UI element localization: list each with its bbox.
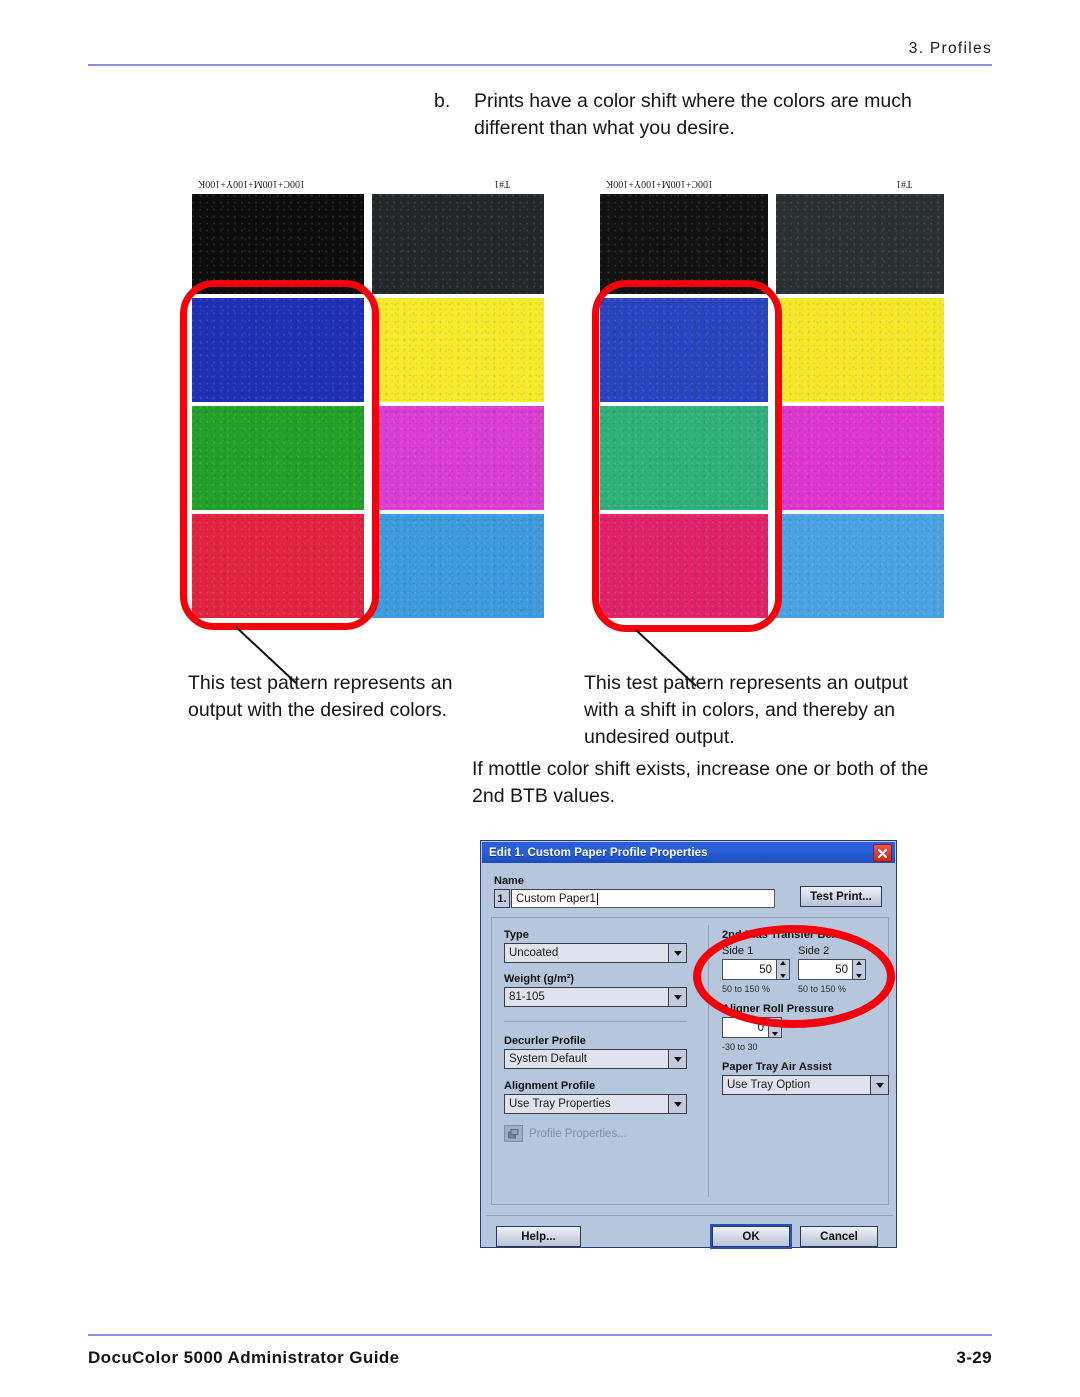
- name-label: Name: [494, 875, 524, 887]
- swatch-red-shifted: [600, 514, 768, 618]
- swatch-yellow-shifted: [776, 298, 944, 402]
- test-pattern-shifted: 100C+100M+100Y+100K T#1: [600, 178, 944, 618]
- aligner-roll-pressure-label: Aligner Roll Pressure: [722, 1003, 834, 1015]
- list-item-b-text: Prints have a color shift where the colo…: [474, 90, 912, 139]
- air-assist-value: Use Tray Option: [727, 1079, 811, 1091]
- weight-select[interactable]: 81-105: [504, 987, 687, 1007]
- name-index: 1.: [494, 889, 510, 908]
- profile-properties-icon: [504, 1125, 523, 1142]
- stepper-arrows-icon[interactable]: [769, 1017, 782, 1038]
- swatch-yellow: [372, 298, 544, 402]
- close-icon[interactable]: [873, 844, 892, 862]
- stepper-arrows-icon[interactable]: [777, 959, 790, 980]
- type-value: Uncoated: [509, 947, 559, 959]
- swatch-magenta: [372, 406, 544, 510]
- weight-value: 81-105: [509, 991, 545, 1003]
- list-item-b: b. Prints have a color shift where the c…: [434, 88, 934, 142]
- text-caret: [596, 892, 598, 905]
- header-rule: [88, 64, 992, 66]
- chevron-down-icon[interactable]: [668, 1095, 686, 1113]
- btb-side2-value[interactable]: 50: [798, 959, 853, 980]
- chevron-down-icon[interactable]: [668, 988, 686, 1006]
- test-pattern-desired: 100C+100M+100Y+100K T#1: [192, 178, 544, 618]
- custom-paper-profile-dialog: Edit 1. Custom Paper Profile Properties …: [480, 840, 897, 1249]
- btb-side1-range: 50 to 150 %: [722, 984, 771, 994]
- swatch-black-left-col: [192, 194, 364, 294]
- aligner-roll-pressure-stepper[interactable]: 0: [722, 1017, 782, 1038]
- swatch-green: [192, 406, 364, 510]
- pattern-label-t1-right: T#1: [896, 178, 913, 189]
- swatch-magenta-shifted: [776, 406, 944, 510]
- swatch-black-right-col: [372, 194, 544, 294]
- pattern-label-cmyk-left: 100C+100M+100Y+100K: [198, 178, 305, 189]
- caption-shifted: This test pattern represents an output w…: [584, 672, 909, 748]
- stepper-arrows-icon[interactable]: [853, 959, 866, 980]
- aligner-roll-pressure-range: -30 to 30: [722, 1042, 758, 1052]
- chevron-down-icon[interactable]: [870, 1076, 888, 1094]
- pattern-label-t1-left: T#1: [494, 178, 511, 189]
- left-column-divider: [504, 1021, 687, 1022]
- footer-rule: [88, 1334, 992, 1336]
- btb-side1-value[interactable]: 50: [722, 959, 777, 980]
- btb-side2-range: 50 to 150 %: [798, 984, 847, 994]
- pattern-label-cmyk-right: 100C+100M+100Y+100K: [606, 178, 713, 189]
- note-text: If mottle color shift exists, increase o…: [472, 758, 929, 807]
- swatch-blue: [192, 298, 364, 402]
- btb-side2-stepper[interactable]: 50: [798, 959, 866, 980]
- list-marker: b.: [434, 90, 451, 112]
- panel-divider: [708, 925, 709, 1197]
- btb-side1-label: Side 1: [722, 945, 754, 957]
- swatch-black-left-col: [600, 194, 768, 294]
- aligner-roll-pressure-value[interactable]: 0: [722, 1017, 769, 1038]
- swatch-black-right-col: [776, 194, 944, 294]
- dialog-titlebar[interactable]: Edit 1. Custom Paper Profile Properties: [482, 842, 895, 863]
- alignment-profile-label: Alignment Profile: [504, 1080, 596, 1092]
- name-input-value: Custom Paper1: [516, 892, 596, 905]
- dialog-title: Edit 1. Custom Paper Profile Properties: [489, 846, 708, 859]
- swatch-green-shifted: [600, 406, 768, 510]
- test-print-button[interactable]: Test Print...: [800, 886, 882, 907]
- decurler-profile-value: System Default: [509, 1053, 587, 1065]
- help-button[interactable]: Help...: [496, 1226, 581, 1247]
- btb-group-label: 2nd Bias Transfer Belt: [722, 929, 839, 941]
- swatch-blue-shifted: [600, 298, 768, 402]
- weight-label: Weight (g/m²): [504, 973, 575, 985]
- dialog-footer-divider: [486, 1215, 893, 1216]
- type-label: Type: [504, 929, 529, 941]
- swatch-red: [192, 514, 364, 618]
- dialog-body: Name 1. Custom Paper1 Test Print... Type…: [482, 863, 895, 1249]
- air-assist-select[interactable]: Use Tray Option: [722, 1075, 889, 1095]
- page-number: 3-29: [956, 1348, 992, 1367]
- profile-properties-label: Profile Properties...: [529, 1127, 627, 1140]
- footer-title: DocuColor 5000 Administrator Guide: [88, 1348, 400, 1367]
- alignment-profile-select[interactable]: Use Tray Properties: [504, 1094, 687, 1114]
- swatch-cyan-shifted: [776, 514, 944, 618]
- chevron-down-icon[interactable]: [668, 1050, 686, 1068]
- btb-side2-label: Side 2: [798, 945, 830, 957]
- running-head: 3. Profiles: [908, 40, 992, 57]
- ok-button[interactable]: OK: [710, 1224, 792, 1249]
- alignment-profile-value: Use Tray Properties: [509, 1098, 611, 1110]
- decurler-profile-label: Decurler Profile: [504, 1035, 586, 1047]
- btb-side1-stepper[interactable]: 50: [722, 959, 790, 980]
- decurler-profile-select[interactable]: System Default: [504, 1049, 687, 1069]
- air-assist-label: Paper Tray Air Assist: [722, 1061, 832, 1073]
- cancel-button[interactable]: Cancel: [800, 1226, 878, 1247]
- chevron-down-icon[interactable]: [668, 944, 686, 962]
- profile-properties-link: Profile Properties...: [504, 1125, 627, 1142]
- name-input[interactable]: Custom Paper1: [511, 889, 775, 908]
- type-select[interactable]: Uncoated: [504, 943, 687, 963]
- caption-desired: This test pattern represents an output w…: [188, 672, 453, 721]
- swatch-cyan: [372, 514, 544, 618]
- document-page: 3. Profiles b. Prints have a color shift…: [0, 0, 1080, 1397]
